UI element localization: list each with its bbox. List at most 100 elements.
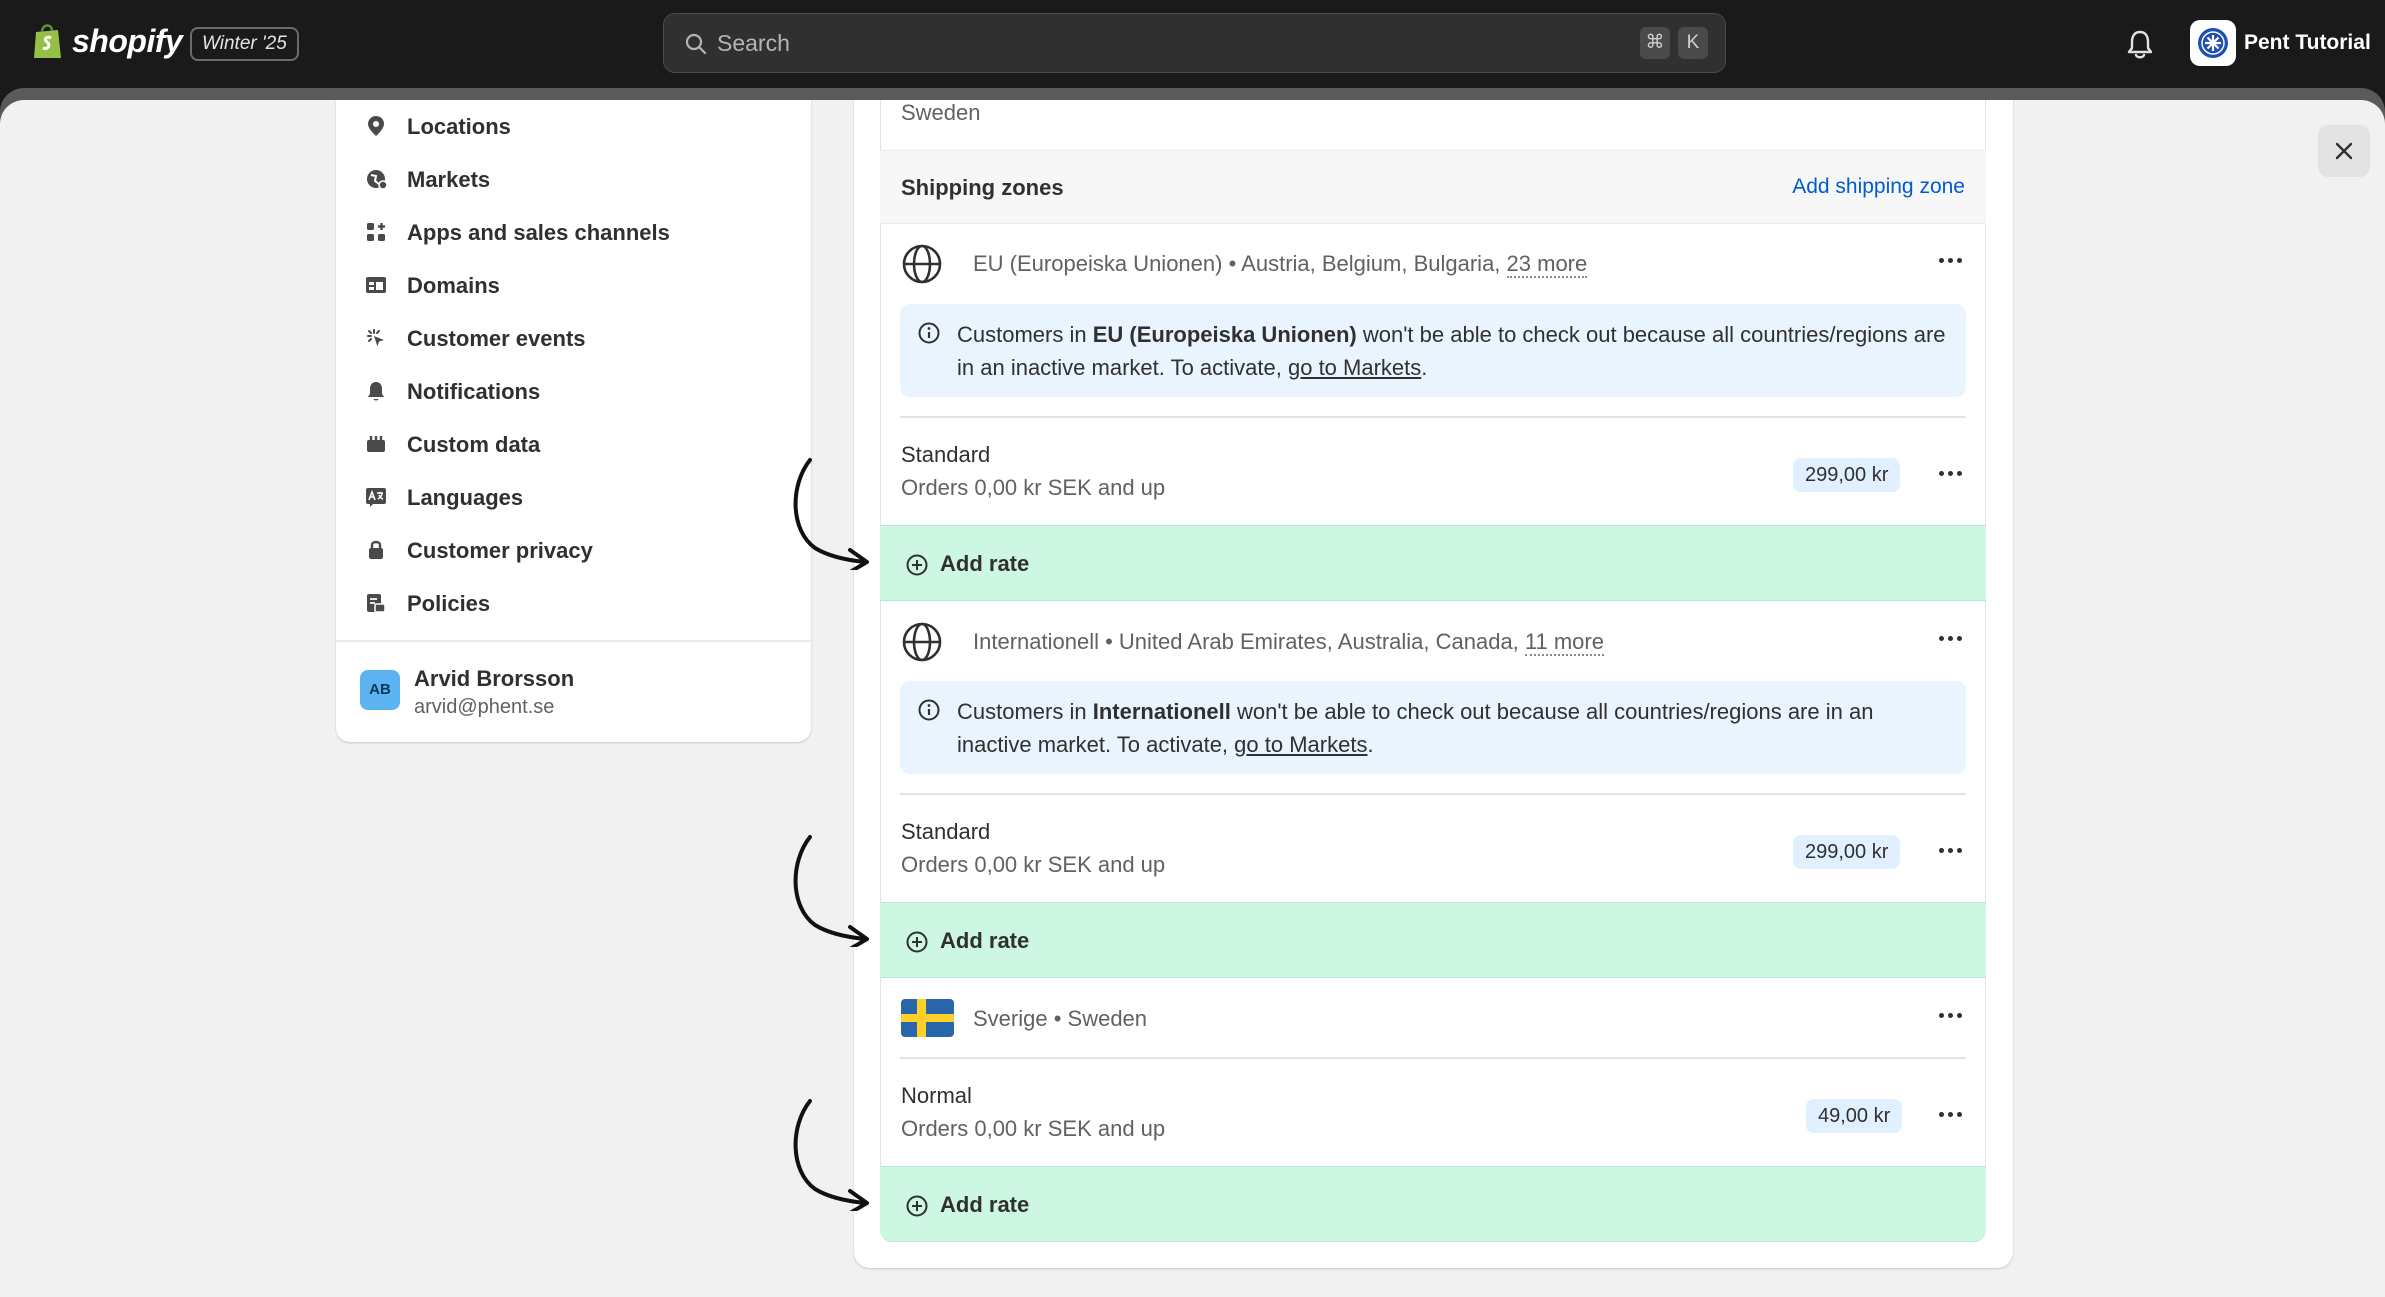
rate-price-badge: 299,00 kr [1793, 458, 1901, 492]
rate-actions-menu[interactable] [1930, 461, 1970, 485]
zone-actions-menu[interactable] [1930, 1003, 1970, 1027]
zone-name: EU (Europeiska Unionen) [973, 251, 1223, 276]
info-icon [918, 699, 940, 721]
globe-icon [902, 622, 942, 662]
add-rate-button[interactable]: Add rate [880, 1166, 1986, 1242]
sidebar-item-label: Custom data [407, 432, 541, 457]
inactive-market-banner: Customers in Internationell won't be abl… [900, 681, 1966, 774]
language-icon [366, 488, 386, 507]
banner-suffix: . [1421, 355, 1428, 380]
shopify-bag-icon [34, 24, 61, 58]
sidebar-item-domains[interactable]: Domains [336, 261, 811, 309]
rate-name: Normal [901, 1083, 972, 1108]
domain-icon [366, 277, 386, 293]
shopify-wordmark: shopify [72, 22, 183, 59]
origin-country: Sweden [901, 100, 981, 125]
bell-icon [368, 382, 384, 401]
zone-more-countries[interactable]: 11 more [1524, 629, 1604, 656]
rate-condition: Orders 0,00 kr SEK and up [901, 1116, 1166, 1141]
shipping-zones-header: Shipping zones Add shipping zone [880, 150, 1986, 224]
store-name: Pent Tutorial [2244, 31, 2371, 54]
custom-data-icon [367, 436, 385, 452]
banner-prefix: Customers in [957, 322, 1093, 347]
cursor-click-icon [367, 329, 384, 347]
inactive-market-banner: Customers in EU (Europeiska Unionen) won… [900, 304, 1966, 397]
zone-row-eu: EU (Europeiska Unionen) • Austria, Belgi… [880, 224, 1986, 300]
zone-row-internationell: Internationell • United Arab Emirates, A… [880, 602, 1986, 678]
divider [900, 1057, 1966, 1059]
globe-icon [902, 244, 942, 284]
shortcut-k-key: K [1678, 27, 1708, 59]
zone-summary: Sverige • Sweden [973, 1006, 1147, 1032]
sidebar-item-apps[interactable]: Apps and sales channels [336, 208, 811, 256]
zone-more-countries[interactable]: 23 more [1506, 251, 1588, 278]
rate-actions-menu[interactable] [1930, 1102, 1970, 1126]
sidebar-item-customer-privacy[interactable]: Customer privacy [336, 526, 811, 574]
sidebar-item-notifications[interactable]: Notifications [336, 367, 811, 415]
go-to-markets-link[interactable]: go to Markets [1234, 732, 1367, 757]
zone-name: Sverige [973, 1006, 1048, 1031]
add-rate-label: Add rate [940, 1192, 1030, 1217]
user-name: Arvid Brorsson [414, 666, 575, 691]
rate-condition: Orders 0,00 kr SEK and up [901, 475, 1166, 500]
banner-suffix: . [1367, 732, 1374, 757]
sidebar-divider [336, 640, 811, 642]
zone-summary: Internationell • United Arab Emirates, A… [973, 629, 1604, 656]
shipping-zones-title: Shipping zones [901, 175, 1064, 200]
location-pin-icon [368, 116, 384, 136]
sidebar-item-policies[interactable]: Policies [336, 579, 811, 627]
user-email: arvid@phent.se [414, 696, 555, 718]
add-shipping-zone-link[interactable]: Add shipping zone [1792, 175, 1965, 199]
plus-circle-icon [906, 554, 928, 576]
rate-name: Standard [901, 819, 991, 844]
annotation-arrow [793, 458, 869, 570]
search-placeholder: Search [717, 30, 790, 56]
info-icon [918, 322, 940, 344]
rate-price-badge: 299,00 kr [1793, 835, 1901, 869]
close-button[interactable] [2318, 125, 2370, 177]
sidebar-item-languages[interactable]: Languages [336, 473, 811, 521]
top-bar: shopify Winter '25 Search ⌘ K Pent Tutor… [0, 0, 2385, 88]
settings-sidebar: Locations Markets Apps and sales channel… [336, 100, 811, 742]
sidebar-item-custom-data[interactable]: Custom data [336, 420, 811, 468]
rate-name: Standard [901, 442, 991, 467]
sidebar-item-markets[interactable]: Markets [336, 155, 811, 203]
add-rate-label: Add rate [940, 551, 1030, 576]
policies-icon [367, 594, 386, 613]
sidebar-item-locations[interactable]: Locations [336, 102, 811, 150]
go-to-markets-link[interactable]: go to Markets [1288, 355, 1421, 380]
zone-name: Internationell [973, 629, 1099, 654]
add-rate-label: Add rate [940, 928, 1030, 953]
globe-market-icon [367, 170, 388, 190]
zone-countries: • Austria, Belgium, Bulgaria, [1222, 251, 1507, 276]
rate-row: Standard Orders 0,00 kr SEK and up 299,0… [880, 797, 1986, 902]
shortcut-cmd-key: ⌘ [1640, 27, 1670, 59]
rate-actions-menu[interactable] [1930, 838, 1970, 862]
store-menu[interactable]: Pent Tutorial [2190, 20, 2371, 66]
zone-row-sverige: Sverige • Sweden [880, 979, 1986, 1055]
add-rate-button[interactable]: Add rate [880, 902, 1986, 978]
shopify-logo[interactable]: shopify [32, 22, 183, 60]
sidebar-item-label: Notifications [407, 379, 541, 404]
search-input[interactable]: Search ⌘ K [663, 13, 1726, 73]
zone-actions-menu[interactable] [1930, 248, 1970, 272]
sidebar-item-customer-events[interactable]: Customer events [336, 314, 811, 362]
version-badge: Winter '25 [190, 27, 299, 61]
zone-summary: EU (Europeiska Unionen) • Austria, Belgi… [973, 251, 1588, 278]
notifications-bell-icon[interactable] [2126, 29, 2154, 59]
user-avatar[interactable]: AB [360, 670, 400, 710]
sidebar-item-label: Markets [407, 167, 491, 192]
sidebar-item-label: Languages [407, 485, 524, 510]
sidebar-item-label: Policies [407, 591, 491, 616]
zone-actions-menu[interactable] [1930, 626, 1970, 650]
sidebar-item-label: Locations [407, 114, 511, 139]
zone-countries: • United Arab Emirates, Australia, Canad… [1098, 629, 1525, 654]
annotation-arrow [793, 1099, 869, 1211]
sidebar-item-label: Domains [407, 273, 500, 298]
annotation-arrow [793, 835, 869, 947]
store-avatar [2190, 20, 2236, 66]
banner-message: Customers in Internationell won't be abl… [957, 695, 1950, 761]
add-rate-button[interactable]: Add rate [880, 525, 1986, 601]
store-logo-icon [2198, 28, 2228, 58]
sidebar-item-label: Apps and sales channels [407, 220, 670, 245]
